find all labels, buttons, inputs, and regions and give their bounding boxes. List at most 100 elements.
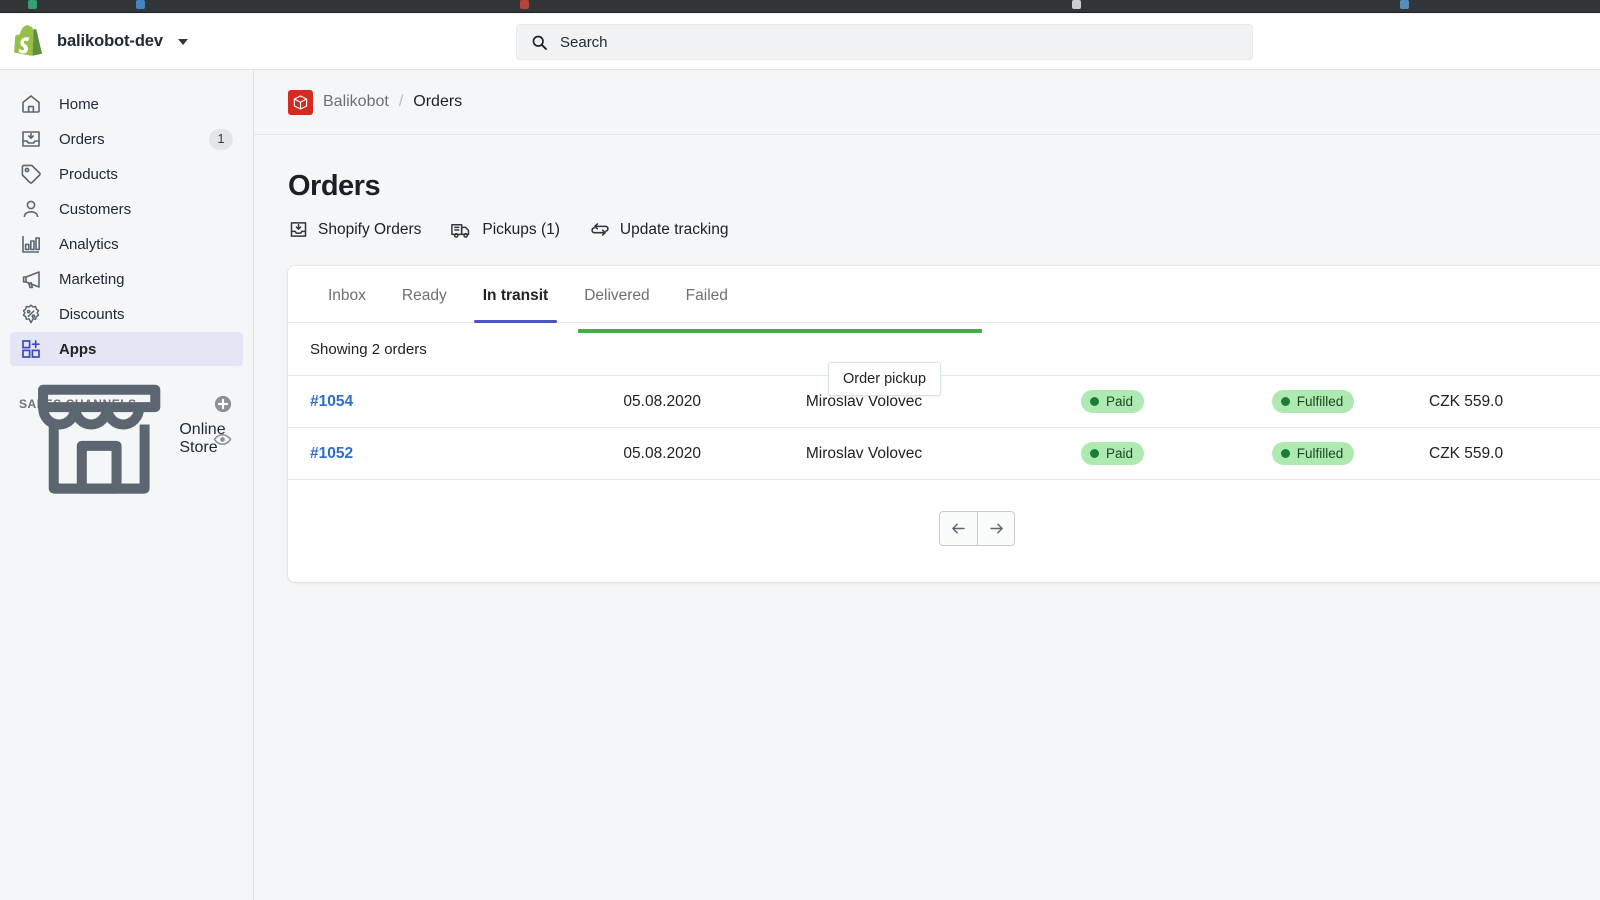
sidebar-item-label: Home xyxy=(59,95,99,113)
shopify-orders-button[interactable]: Shopify Orders xyxy=(288,219,421,240)
breadcrumb-current: Orders xyxy=(413,93,463,110)
main-content: Orders Shopify Orders Pickups (1) Update… xyxy=(254,135,1600,900)
sidebar-item-label: Online Store xyxy=(179,421,226,456)
order-pickup-tooltip: Order pickup xyxy=(828,362,942,396)
loading-progress-bar xyxy=(578,329,982,333)
status-dot-icon xyxy=(1089,397,1099,406)
tab-favicon xyxy=(28,0,37,9)
breadcrumb: Balikobot / Orders xyxy=(254,70,1600,135)
sidebar-item-products[interactable]: Products xyxy=(10,157,243,191)
tab-inbox[interactable]: Inbox xyxy=(310,287,384,322)
shop-name: balikobot-dev xyxy=(57,32,163,50)
order-total-cell: CZK 559.0 xyxy=(1429,444,1504,462)
table-row[interactable]: #1052 05.08.2020 Miroslav Volovec Paid F… xyxy=(288,428,1600,480)
tab-ready[interactable]: Ready xyxy=(384,287,465,322)
status-dot-icon xyxy=(1089,449,1099,458)
sidebar-item-label: Marketing xyxy=(59,270,125,288)
page-actions: Shopify Orders Pickups (1) Update tracki… xyxy=(288,219,1600,240)
breadcrumb-separator: / xyxy=(398,93,404,110)
plus-circle-icon[interactable] xyxy=(214,395,232,413)
sidebar-item-label: Orders xyxy=(59,130,105,148)
sidebar-item-discounts[interactable]: Discounts xyxy=(10,297,243,331)
pagination-previous-button[interactable] xyxy=(939,511,977,546)
apps-plus-icon xyxy=(22,340,40,358)
order-fulfillment-cell: Fulfilled xyxy=(1215,442,1411,465)
order-date-cell: 05.08.2020 xyxy=(623,392,701,410)
sidebar-item-marketing[interactable]: Marketing xyxy=(10,262,243,296)
tab-failed[interactable]: Failed xyxy=(668,287,746,322)
discount-icon xyxy=(22,304,40,324)
storefront-icon xyxy=(38,384,161,494)
search-placeholder: Search xyxy=(560,33,608,51)
eye-icon[interactable] xyxy=(213,430,232,449)
truck-icon xyxy=(451,224,470,238)
sidebar-item-label: Products xyxy=(59,165,118,183)
refresh-arrows-icon xyxy=(591,223,609,236)
import-orders-icon xyxy=(290,222,307,237)
status-badge-label: Paid xyxy=(1105,446,1134,461)
table-row[interactable]: #1054 05.08.2020 Miroslav Volovec Paid F… xyxy=(288,362,1600,428)
search-input[interactable]: Search xyxy=(516,24,1253,60)
top-header-bar: balikobot-dev Search xyxy=(0,14,1600,70)
sidebar-item-label: Customers xyxy=(59,200,132,218)
update-tracking-button[interactable]: Update tracking xyxy=(589,219,728,240)
status-badge: Paid xyxy=(1080,390,1145,413)
tab-favicon xyxy=(1400,0,1409,9)
sidebar-item-label: Analytics xyxy=(59,235,119,253)
status-badge: Paid xyxy=(1080,442,1145,465)
order-link[interactable]: #1052 xyxy=(310,445,353,462)
browser-tab-strip xyxy=(0,0,1600,13)
sidebar-item-label: Discounts xyxy=(59,305,125,323)
page-title: Orders xyxy=(288,170,381,202)
order-fulfillment-cell: Fulfilled xyxy=(1215,390,1411,413)
sidebar-item-online-store[interactable]: Online Store xyxy=(10,384,243,494)
shopify-bag-icon xyxy=(14,24,42,56)
sidebar-item-label: Apps xyxy=(59,340,97,358)
status-badge: Fulfilled xyxy=(1271,390,1355,413)
breadcrumb-app-link[interactable]: Balikobot xyxy=(323,93,389,111)
home-icon xyxy=(22,95,40,113)
action-label: Shopify Orders xyxy=(318,220,422,238)
balikobot-cube-icon xyxy=(288,89,313,115)
action-label: Pickups (1) xyxy=(482,220,560,238)
status-badge-label: Paid xyxy=(1105,394,1134,409)
showing-count-text: Showing 2 orders xyxy=(310,340,427,358)
status-badge: Fulfilled xyxy=(1271,442,1355,465)
tab-favicon xyxy=(1072,0,1081,9)
pagination-controls xyxy=(939,511,1015,546)
sidebar-item-home[interactable]: Home xyxy=(10,87,243,121)
shop-switcher[interactable]: balikobot-dev xyxy=(14,24,254,59)
tab-favicon xyxy=(136,0,145,9)
pagination-next-button[interactable] xyxy=(977,511,1015,546)
orders-summary-row: Showing 2 orders xyxy=(288,323,1600,376)
megaphone-icon xyxy=(22,271,40,289)
order-link[interactable]: #1054 xyxy=(310,393,353,410)
chevron-down-icon[interactable] xyxy=(177,38,188,45)
sidebar-item-orders[interactable]: Orders 1 xyxy=(10,122,243,156)
order-id-cell: #1054 xyxy=(288,393,510,411)
pagination-row xyxy=(288,480,1600,577)
tab-favicon xyxy=(520,0,529,9)
order-total-cell: CZK 559.0 xyxy=(1429,392,1504,410)
order-customer-cell: Miroslav Volovec xyxy=(805,444,923,462)
order-date-cell: 05.08.2020 xyxy=(623,444,701,462)
order-payment-cell: Paid xyxy=(1010,390,1215,413)
order-id-cell: #1052 xyxy=(288,445,510,463)
sidebar-item-analytics[interactable]: Analytics xyxy=(10,227,243,261)
order-payment-cell: Paid xyxy=(1010,442,1215,465)
order-status-tabs: Inbox Ready In transit Delivered Failed xyxy=(288,266,1600,323)
arrow-left-icon xyxy=(952,523,965,534)
bar-chart-icon xyxy=(22,236,41,253)
status-badge-label: Fulfilled xyxy=(1296,446,1344,461)
pickups-button[interactable]: Pickups (1) xyxy=(450,219,560,240)
tab-in-transit[interactable]: In transit xyxy=(465,287,566,323)
tab-delivered[interactable]: Delivered xyxy=(566,287,667,322)
tag-icon xyxy=(21,164,41,184)
search-icon xyxy=(532,35,547,50)
arrow-right-icon xyxy=(989,523,1003,534)
orders-card: Inbox Ready In transit Delivered Failed … xyxy=(288,266,1600,582)
sidebar-item-customers[interactable]: Customers xyxy=(10,192,243,226)
status-dot-icon xyxy=(1280,449,1290,458)
orders-icon xyxy=(22,131,40,147)
status-badge-label: Fulfilled xyxy=(1296,394,1344,409)
